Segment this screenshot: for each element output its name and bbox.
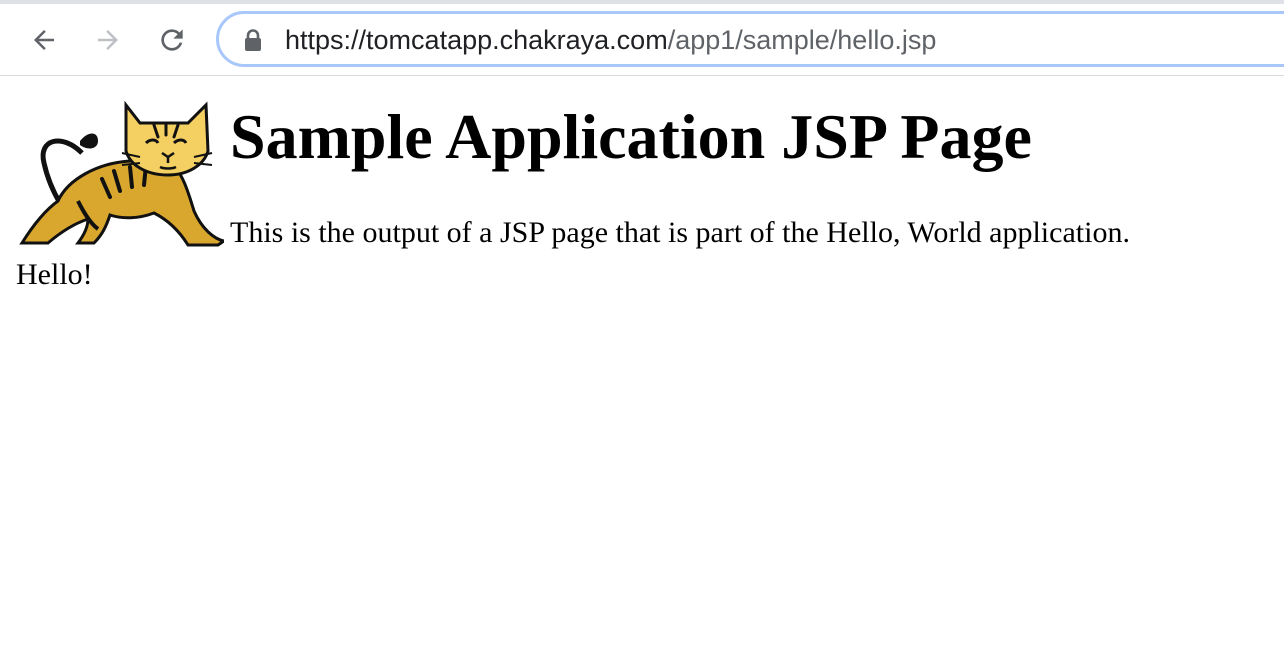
tomcat-logo-icon	[19, 101, 224, 247]
url-text[interactable]: https://tomcatapp.chakraya.com/app1/samp…	[285, 25, 936, 55]
greeting-text: Hello!	[16, 258, 93, 291]
address-bar[interactable]: https://tomcatapp.chakraya.com/app1/samp…	[216, 11, 1284, 67]
page-title: Sample Application JSP Page	[230, 101, 1032, 172]
forward-button[interactable]	[88, 20, 128, 60]
page-description: This is the output of a JSP page that is…	[230, 216, 1130, 249]
back-button[interactable]	[24, 20, 64, 60]
browser-toolbar: https://tomcatapp.chakraya.com/app1/samp…	[0, 0, 1284, 76]
arrow-left-icon	[34, 30, 54, 50]
url-path: /app1/sample/hello.jsp	[667, 25, 937, 55]
tab-strip-edge	[0, 0, 1284, 4]
url-host: https://tomcatapp.chakraya.com	[285, 25, 668, 55]
page-content: Sample Application JSP Page This is the …	[0, 77, 1284, 670]
arrow-right-icon	[98, 30, 118, 50]
lock-icon[interactable]	[243, 29, 263, 51]
reload-icon	[161, 29, 183, 51]
reload-button[interactable]	[152, 20, 192, 60]
